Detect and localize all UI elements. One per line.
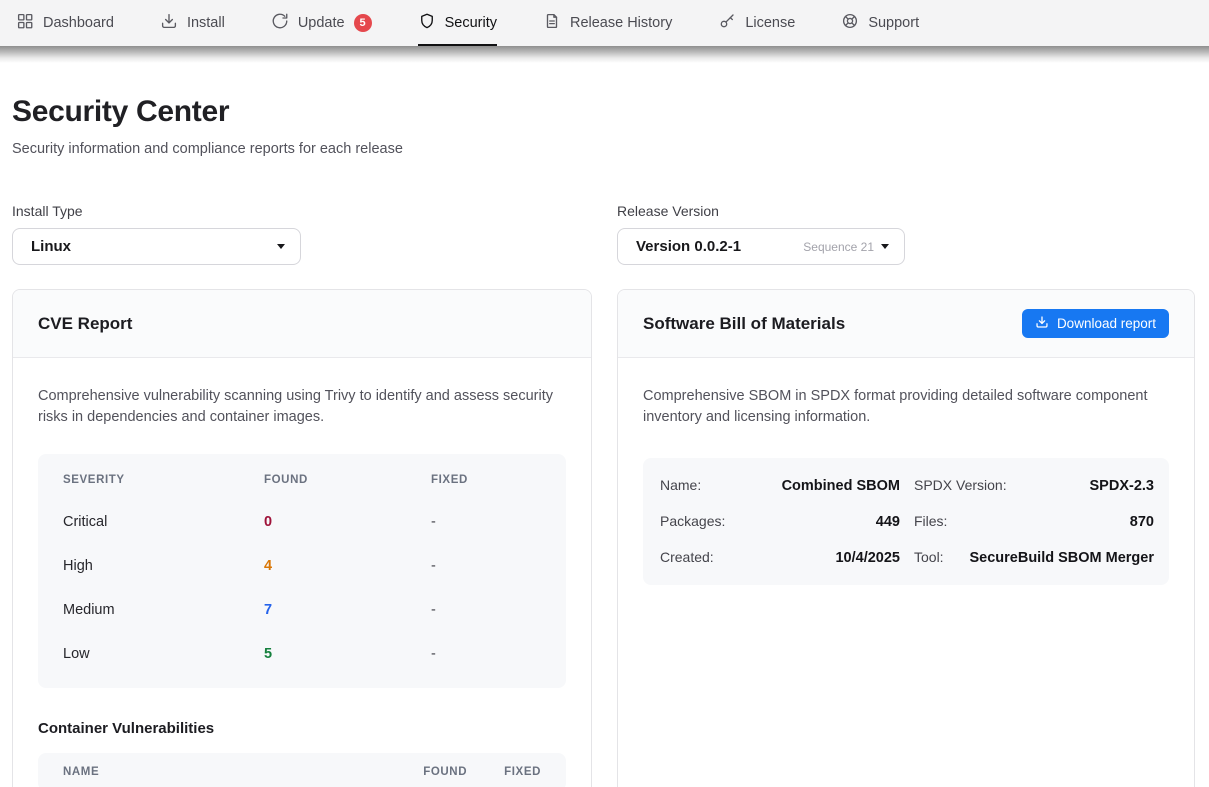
container-vulnerabilities-title: Container Vulnerabilities (38, 720, 566, 737)
install-type-label: Install Type (12, 203, 592, 219)
dashboard-grid-icon (16, 12, 34, 34)
field-label: Packages: (660, 513, 725, 529)
release-version-select[interactable]: Version 0.0.2-1 Sequence 21 (617, 228, 905, 265)
severity-name: Critical (63, 514, 264, 530)
severity-table: SEVERITY FOUND FIXED Critical 0 - High 4… (38, 454, 566, 688)
nav-label: Install (187, 15, 225, 31)
security-shield-icon (418, 12, 436, 34)
name-col-header: NAME (63, 766, 423, 778)
cve-description: Comprehensive vulnerability scanning usi… (38, 386, 566, 428)
release-version-field: Release Version Version 0.0.2-1 Sequence… (617, 203, 1195, 265)
filters-row: Install Type Linux Release Version Versi… (12, 203, 1195, 265)
nav-tab-security[interactable]: Security (418, 0, 497, 46)
field-value: SPDX-2.3 (1090, 478, 1154, 494)
fixed-count: - (431, 602, 541, 618)
table-row: Low 5 - (63, 632, 541, 676)
cve-card-body: Comprehensive vulnerability scanning usi… (13, 358, 591, 787)
found-count: 0 (264, 514, 431, 530)
table-row: High 4 - (63, 544, 541, 588)
severity-name: Medium (63, 602, 264, 618)
nav-tab-release-history[interactable]: Release History (543, 0, 672, 46)
field-value: SecureBuild SBOM Merger (969, 550, 1154, 566)
found-col-header: FOUND (264, 474, 431, 486)
nav-tab-support[interactable]: Support (841, 0, 919, 46)
field-value: 870 (1130, 514, 1154, 530)
container-table-header: NAME FOUND FIXED (38, 753, 566, 787)
top-navbar: Dashboard Install Update 5 Security Rele… (0, 0, 1209, 46)
support-lifebuoy-icon (841, 12, 859, 34)
sbom-field-name: Name: Combined SBOM (660, 477, 900, 494)
sbom-field-spdx-version: SPDX Version: SPDX-2.3 (914, 477, 1154, 494)
cve-card-header: CVE Report (13, 290, 591, 358)
update-count-badge: 5 (354, 14, 372, 32)
page-title: Security Center (12, 95, 1195, 129)
field-label: Files: (914, 513, 947, 529)
license-key-icon (718, 12, 736, 34)
nav-label: Support (868, 15, 919, 31)
install-download-icon (160, 12, 178, 34)
fixed-count: - (431, 646, 541, 662)
cve-card-title: CVE Report (38, 314, 132, 334)
sbom-description: Comprehensive SBOM in SPDX format provid… (643, 386, 1169, 428)
nav-label: Update (298, 15, 345, 31)
sbom-field-created: Created: 10/4/2025 (660, 549, 900, 566)
cve-report-card: CVE Report Comprehensive vulnerability s… (12, 289, 592, 787)
nav-tab-update[interactable]: Update 5 (271, 0, 372, 46)
install-type-field: Install Type Linux (12, 203, 592, 265)
table-row: Critical 0 - (63, 500, 541, 544)
found-col-header: FOUND (423, 766, 467, 778)
field-label: Name: (660, 477, 701, 493)
found-count: 4 (264, 558, 431, 574)
sbom-info-grid: Name: Combined SBOM SPDX Version: SPDX-2… (643, 458, 1169, 585)
field-value: 449 (876, 514, 900, 530)
update-refresh-icon (271, 12, 289, 34)
nav-label: Security (445, 15, 497, 31)
nav-label: License (745, 15, 795, 31)
sbom-field-tool: Tool: SecureBuild SBOM Merger (914, 549, 1154, 566)
install-type-select[interactable]: Linux (12, 228, 301, 265)
sbom-card-title: Software Bill of Materials (643, 314, 845, 334)
severity-name: High (63, 558, 264, 574)
severity-name: Low (63, 646, 264, 662)
chevron-down-icon (881, 244, 889, 249)
sbom-card: Software Bill of Materials Download repo… (617, 289, 1195, 787)
page-subtitle: Security information and compliance repo… (12, 141, 1195, 157)
install-type-value: Linux (31, 238, 71, 255)
sbom-card-header: Software Bill of Materials Download repo… (618, 290, 1194, 358)
download-report-button[interactable]: Download report (1022, 309, 1169, 338)
severity-table-header: SEVERITY FOUND FIXED (63, 474, 541, 486)
nav-label: Release History (570, 15, 672, 31)
field-value: Combined SBOM (782, 478, 900, 494)
found-count: 5 (264, 646, 431, 662)
release-version-sequence: Sequence 21 (803, 240, 889, 254)
fixed-count: - (431, 514, 541, 530)
sbom-field-files: Files: 870 (914, 513, 1154, 530)
found-count: 7 (264, 602, 431, 618)
fixed-count: - (431, 558, 541, 574)
severity-col-header: SEVERITY (63, 474, 264, 486)
fixed-col-header: FIXED (431, 474, 541, 486)
field-value: 10/4/2025 (835, 550, 900, 566)
cards-row: CVE Report Comprehensive vulnerability s… (12, 289, 1195, 787)
release-version-value: Version 0.0.2-1 (636, 238, 741, 255)
nav-label: Dashboard (43, 15, 114, 31)
chevron-down-icon (277, 244, 285, 249)
download-button-label: Download report (1057, 316, 1156, 331)
nav-tab-install[interactable]: Install (160, 0, 225, 46)
nav-tab-license[interactable]: License (718, 0, 795, 46)
sequence-hint: Sequence 21 (803, 240, 874, 254)
release-version-label: Release Version (617, 203, 1195, 219)
nav-shadow-divider (0, 46, 1209, 63)
release-history-document-icon (543, 12, 561, 34)
sbom-card-body: Comprehensive SBOM in SPDX format provid… (618, 358, 1194, 585)
field-label: Tool: (914, 549, 944, 565)
security-center-page: Security Center Security information and… (0, 95, 1209, 787)
download-icon (1035, 315, 1049, 332)
table-row: Medium 7 - (63, 588, 541, 632)
fixed-col-header: FIXED (504, 766, 541, 778)
field-label: Created: (660, 549, 714, 565)
field-label: SPDX Version: (914, 477, 1007, 493)
sbom-field-packages: Packages: 449 (660, 513, 900, 530)
nav-tab-dashboard[interactable]: Dashboard (16, 0, 114, 46)
